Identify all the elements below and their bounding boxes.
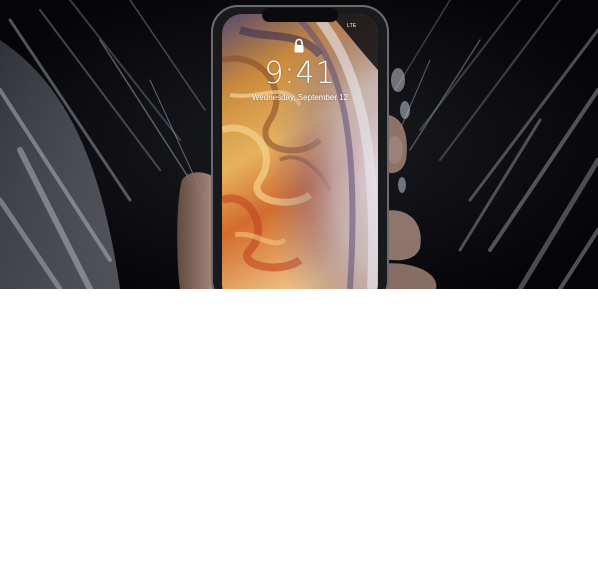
blank-area (0, 289, 598, 581)
photo-scene (0, 0, 598, 289)
product-photo (0, 0, 598, 289)
phone-notch (262, 8, 338, 22)
phone-screen (222, 14, 378, 289)
